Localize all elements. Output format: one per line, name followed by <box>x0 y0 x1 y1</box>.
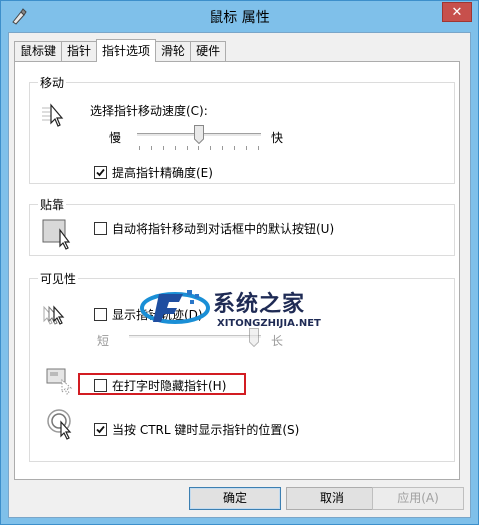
hide-while-typing-label: 在打字时隐藏指针(H) <box>112 379 227 393</box>
speed-slider-thumb[interactable] <box>194 125 204 144</box>
snap-label: 自动将指针移动到对话框中的默认按钮(U) <box>112 222 335 236</box>
watermark-logo-icon <box>140 290 210 324</box>
ctrl-location-label: 当按 CTRL 键时显示指针的位置(S) <box>112 423 300 437</box>
motion-group: 移动 <box>29 74 455 184</box>
trails-checkbox[interactable] <box>94 308 107 321</box>
mouse-properties-window: 鼠标 属性 ✕ 鼠标键 指针 指针选项 滑轮 硬件 移动 选择指针移动速度(C)… <box>0 0 479 525</box>
short-label: 短 <box>97 334 110 348</box>
hide-while-typing-option[interactable]: 在打字时隐藏指针(H) <box>94 377 226 394</box>
dialog-body: 鼠标键 指针 指针选项 滑轮 硬件 移动 选择指针移动速度(C): 慢 快 提高… <box>8 32 471 518</box>
tab-buttons[interactable]: 鼠标键 <box>14 41 63 61</box>
speed-label: 选择指针移动速度(C): <box>90 104 208 118</box>
tab-wheel[interactable]: 滑轮 <box>155 41 192 61</box>
ok-button[interactable]: 确定 <box>189 487 281 510</box>
hide-while-typing-checkbox[interactable] <box>94 379 107 392</box>
ctrl-location-option[interactable]: 当按 CTRL 键时显示指针的位置(S) <box>94 421 299 438</box>
checkmark-icon <box>96 425 105 434</box>
apply-button[interactable]: 应用(A) <box>372 487 464 510</box>
snap-legend: 贴靠 <box>40 198 65 212</box>
motion-legend: 移动 <box>40 76 65 90</box>
ctrl-location-checkbox[interactable] <box>94 423 107 436</box>
pointer-options-panel: 移动 选择指针移动速度(C): 慢 快 提高指针精确度(E) 贴靠 自动将指针移… <box>14 61 460 480</box>
snap-option[interactable]: 自动将指针移动到对话框中的默认按钮(U) <box>94 220 334 237</box>
precision-checkbox[interactable] <box>94 166 107 179</box>
tab-pointer-options[interactable]: 指针选项 <box>96 39 157 62</box>
pointer-trails-icon <box>43 305 65 325</box>
tab-pointers[interactable]: 指针 <box>61 41 98 61</box>
snap-checkbox[interactable] <box>94 222 107 235</box>
title-bar[interactable]: 鼠标 属性 ✕ <box>1 1 478 32</box>
speed-slider-ticks <box>139 146 259 151</box>
cancel-button[interactable]: 取消 <box>286 487 378 510</box>
checkmark-icon <box>96 168 105 177</box>
watermark: 系统之家 XITONGZHIJIA.NET <box>139 280 359 340</box>
snap-to-button-icon <box>42 219 71 250</box>
pointer-speed-icon <box>42 103 64 127</box>
watermark-cn: 系统之家 <box>213 292 306 317</box>
visibility-legend: 可见性 <box>40 272 77 286</box>
close-button[interactable]: ✕ <box>442 2 472 22</box>
precision-option[interactable]: 提高指针精确度(E) <box>94 164 213 181</box>
tab-strip: 鼠标键 指针 指针选项 滑轮 硬件 <box>14 39 227 62</box>
close-icon: ✕ <box>451 5 463 20</box>
watermark-en: XITONGZHIJIA.NET <box>217 318 321 329</box>
hide-while-typing-icon <box>46 368 73 395</box>
show-location-icon <box>47 409 72 440</box>
fast-label: 快 <box>271 131 284 145</box>
window-title: 鼠标 属性 <box>209 10 270 26</box>
tab-hardware[interactable]: 硬件 <box>190 41 227 61</box>
slow-label: 慢 <box>109 131 122 145</box>
precision-label: 提高指针精确度(E) <box>112 166 213 180</box>
